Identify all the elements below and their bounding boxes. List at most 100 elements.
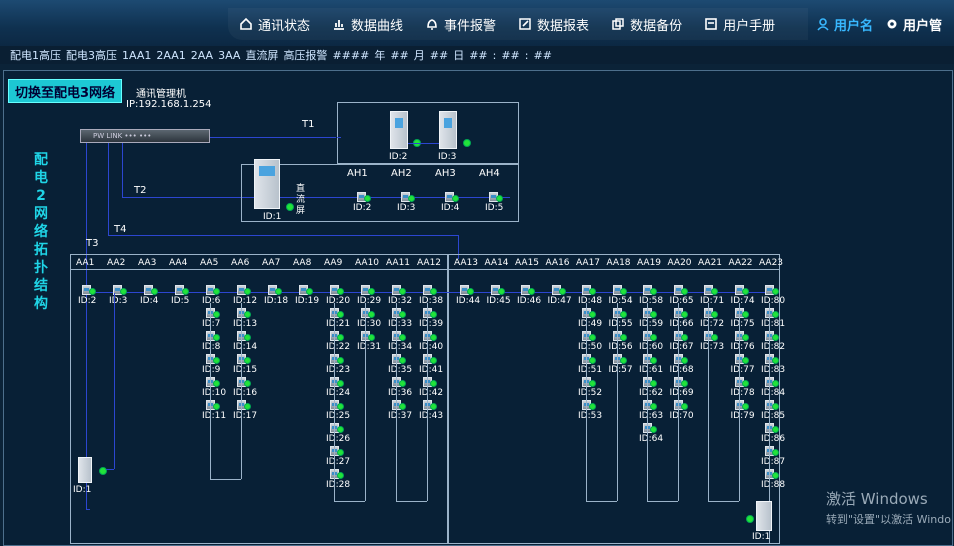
switch-network-button[interactable]: 切换至配电3网络	[8, 79, 122, 103]
nav-item-label: 事件报警	[444, 18, 497, 34]
device-id: ID:7	[202, 319, 221, 329]
status-led-icon	[337, 472, 344, 479]
nav-item-3[interactable]: 数据报表	[507, 8, 600, 40]
frame-line	[210, 303, 211, 479]
nav-item-1[interactable]: 数据曲线	[321, 8, 414, 40]
link-line	[337, 137, 341, 138]
device-id: ID:5	[485, 203, 504, 213]
aa-header: AA4	[169, 258, 188, 268]
frame-line	[677, 303, 679, 501]
home-icon	[240, 17, 252, 30]
aa-header: AA21	[698, 258, 723, 268]
status-text-12: ##	[429, 48, 449, 62]
device-id: ID:44	[456, 296, 481, 306]
nav-item-5[interactable]: 用户手册	[693, 8, 786, 40]
gear-icon	[887, 19, 897, 29]
device-id: ID:63	[639, 411, 664, 421]
status-text-14: ##	[469, 48, 488, 62]
status-led-icon	[399, 380, 406, 387]
status-led-icon	[337, 403, 344, 410]
status-text-0: 配电1高压	[10, 49, 61, 62]
status-led-icon	[408, 195, 415, 202]
link-line	[108, 235, 458, 236]
device-id: ID:3	[397, 203, 416, 213]
status-led-icon	[337, 380, 344, 387]
status-led-icon	[89, 288, 96, 295]
cabinet-device[interactable]	[390, 111, 408, 149]
status-text-6: 直流屏	[245, 49, 279, 62]
device-id: ID:81	[761, 319, 786, 329]
device-id: ID:9	[202, 365, 221, 375]
user-name[interactable]: 用户名	[816, 15, 873, 34]
status-led-icon	[650, 380, 657, 387]
status-led-icon	[151, 288, 158, 295]
device-id: ID:36	[388, 388, 413, 398]
status-led-icon	[368, 288, 375, 295]
aa-header: AA13	[454, 258, 479, 268]
ah-label: AH1	[347, 168, 368, 179]
comm-name: 通讯管理机	[136, 89, 186, 100]
frame-line	[70, 269, 780, 270]
user-manage[interactable]: 用户管	[885, 15, 942, 34]
device-id: ID:11	[202, 411, 227, 421]
cabinet-device[interactable]	[439, 111, 457, 149]
device-id: ID:73	[700, 342, 725, 352]
aa-header: AA23	[759, 258, 784, 268]
ah-label: AH3	[435, 168, 456, 179]
device-id: ID:20	[326, 296, 351, 306]
device-id: ID:83	[761, 365, 786, 375]
device-id: ID:14	[233, 342, 258, 352]
status-led-icon	[680, 288, 688, 295]
device-id: ID:64	[639, 434, 664, 444]
status-led-icon	[275, 288, 282, 295]
status-led-icon	[772, 449, 779, 456]
book-icon	[705, 18, 717, 30]
device-id: ID:35	[388, 365, 413, 375]
device-id: ID:5	[171, 296, 190, 306]
status-led-icon	[244, 380, 251, 387]
cabinet-device[interactable]	[254, 159, 280, 209]
main-nav: 通讯状态 数据曲线 事件报警 数据报表 数据备份 用户手册	[228, 8, 808, 40]
device-id: ID:60	[639, 342, 664, 352]
link-line	[122, 143, 123, 197]
status-led-icon	[772, 380, 779, 387]
aa-header: AA3	[138, 258, 157, 268]
device-id: ID:21	[326, 319, 351, 329]
nav-item-2[interactable]: 事件报警	[414, 8, 507, 40]
nav-item-4[interactable]: 数据备份	[600, 8, 693, 40]
status-led-icon	[772, 426, 779, 433]
status-led-icon	[741, 357, 749, 364]
status-led-icon	[120, 288, 127, 295]
status-led-icon	[619, 288, 627, 295]
topology-stage: 切换至配电3网络 配电2网络拓扑结构 通讯管理机 IP:192.168.1.25…	[3, 70, 953, 546]
meter-device[interactable]	[756, 501, 772, 531]
edit-icon	[519, 18, 531, 30]
device-id: ID:66	[669, 319, 694, 329]
aa-header: AA18	[606, 258, 631, 268]
watermark-line1: 激活 Windows	[826, 490, 928, 508]
status-text-7: 高压报警	[283, 49, 328, 62]
ah-label: AH4	[479, 168, 500, 179]
status-led-icon	[244, 288, 251, 295]
device-id: ID:47	[547, 296, 572, 306]
status-led-icon	[467, 288, 474, 295]
aa-header: AA6	[231, 258, 250, 268]
status-led-icon	[650, 357, 657, 364]
status-led-icon	[430, 380, 437, 387]
trunk-label: T1	[302, 119, 315, 130]
status-led-icon	[680, 403, 688, 410]
nav-item-label: 数据曲线	[351, 18, 404, 34]
comm-ip: IP:192.168.1.254	[126, 99, 212, 110]
device-id: ID:55	[608, 319, 633, 329]
dc-label: 直流屏	[296, 184, 306, 216]
device-id: ID:23	[326, 365, 351, 375]
meter-device[interactable]	[78, 457, 92, 483]
status-text-8: ####	[332, 48, 370, 62]
device-id: ID:42	[419, 388, 444, 398]
device-id: ID:58	[639, 296, 664, 306]
comm-manager-device[interactable]: PW LINK ••• •••	[80, 129, 210, 143]
nav-item-0[interactable]: 通讯状态	[228, 8, 321, 40]
frame-line	[396, 303, 397, 501]
device-id: ID:59	[639, 319, 664, 329]
page-title: 配电2网络拓扑结构	[34, 152, 48, 312]
